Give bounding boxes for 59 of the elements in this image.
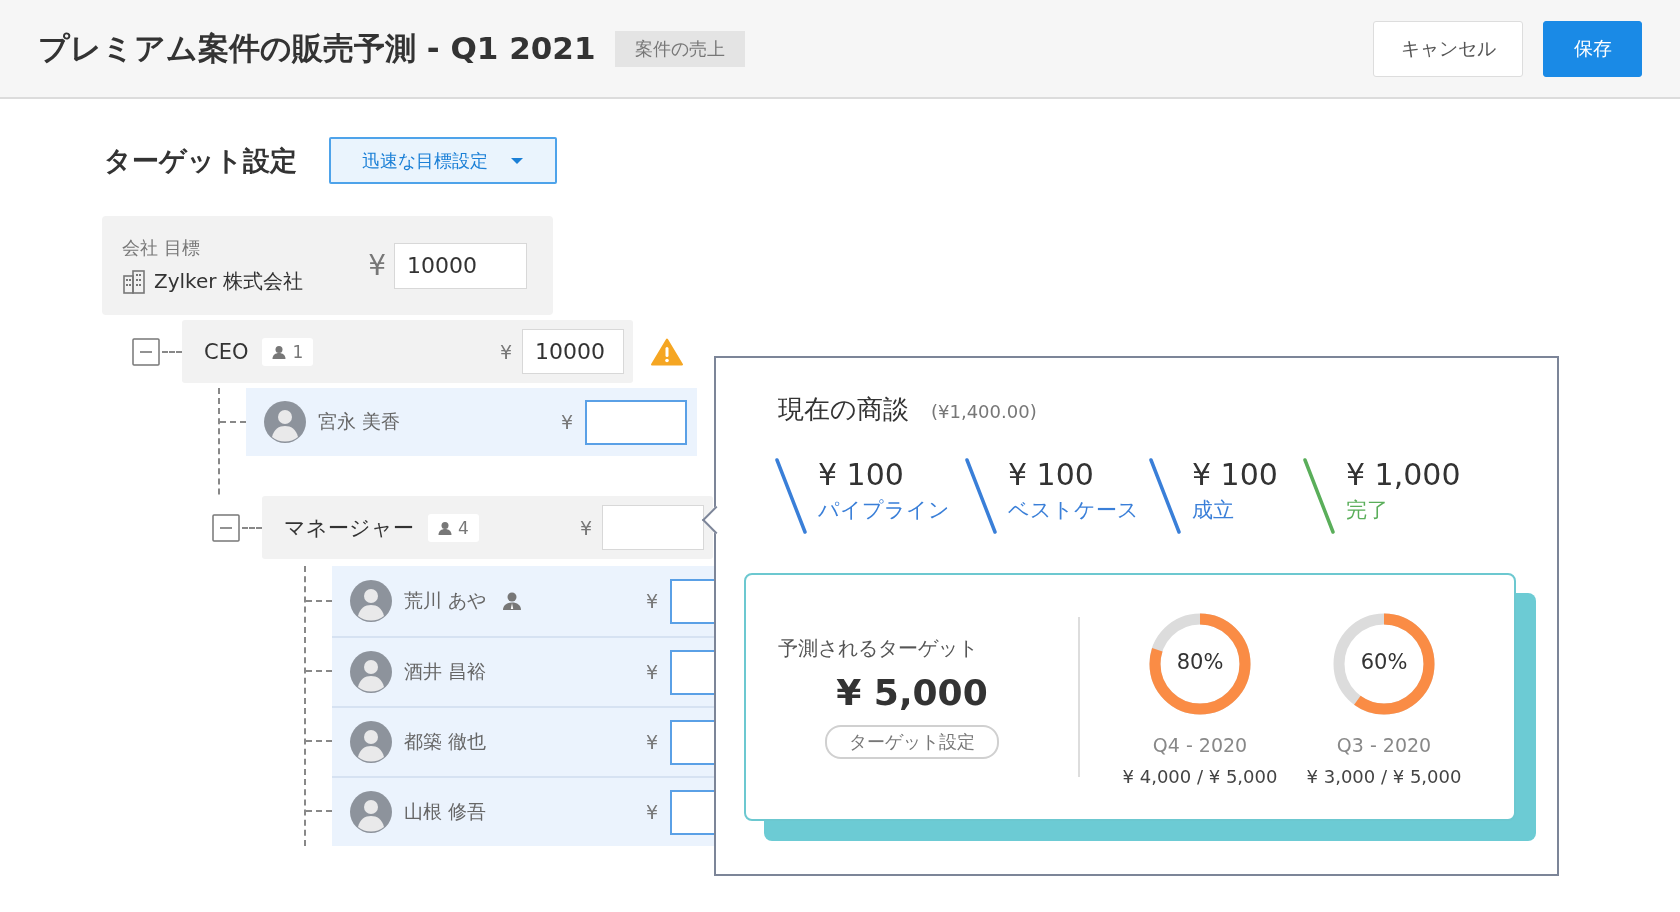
forecast-label: 予測されるターゲット bbox=[778, 635, 978, 662]
stat-amount: ¥ 100 bbox=[1192, 457, 1278, 492]
stat-label: パイプライン bbox=[818, 497, 950, 524]
person-icon bbox=[272, 344, 287, 359]
member-count: 1 bbox=[292, 341, 304, 362]
avatar-icon bbox=[350, 580, 392, 622]
caret-icon bbox=[510, 156, 524, 165]
target-input[interactable]: 10000 bbox=[522, 329, 624, 374]
avatar-icon bbox=[350, 791, 392, 833]
collapse-icon[interactable] bbox=[132, 337, 160, 366]
stat-amount: ¥ 1,000 bbox=[1346, 457, 1461, 492]
currency-symbol: ¥ bbox=[499, 340, 512, 363]
section-title: ターゲット設定 bbox=[104, 143, 297, 178]
role-name: マネージャー bbox=[284, 514, 414, 542]
stat-label: 成立 bbox=[1192, 497, 1235, 524]
ring-percent: 60% bbox=[1359, 649, 1409, 674]
user-name: 宮永 美香 bbox=[318, 409, 401, 434]
currency-symbol: ¥ bbox=[579, 516, 592, 539]
company-label: 会社 目標 bbox=[122, 236, 201, 260]
stat-amount: ¥ 100 bbox=[1008, 457, 1095, 492]
cancel-button[interactable]: キャンセル bbox=[1373, 20, 1523, 77]
target-input[interactable]: 10000 bbox=[394, 242, 527, 289]
set-target-button[interactable]: ターゲット設定 bbox=[825, 725, 999, 759]
page-title: プレミアム案件の販売予測 - Q1 2021 bbox=[38, 28, 596, 68]
currency-symbol: ¥ bbox=[645, 801, 658, 823]
currency-symbol: ¥ bbox=[645, 731, 658, 753]
member-count: 4 bbox=[458, 517, 469, 538]
currency-symbol: ¥ bbox=[645, 661, 658, 683]
ring-percent: 80% bbox=[1175, 649, 1225, 674]
ring-period: Q3 - 2020 bbox=[1336, 733, 1432, 756]
company-name: Zylker 株式会社 bbox=[154, 268, 303, 295]
user-name: 酒井 昌裕 bbox=[404, 659, 487, 684]
save-button[interactable]: 保存 bbox=[1543, 20, 1642, 77]
stat-label: ベストケース bbox=[1008, 497, 1139, 524]
user-row[interactable]: 宮永 美香 ¥ bbox=[246, 388, 697, 456]
stat-amount: ¥ 100 bbox=[818, 457, 905, 492]
ring-period: Q4 - 2020 bbox=[1152, 733, 1248, 756]
avatar-icon bbox=[264, 401, 306, 443]
forecast-amount: ¥ 5,000 bbox=[836, 672, 988, 713]
currency-symbol: ¥ bbox=[645, 590, 658, 612]
person-icon bbox=[438, 520, 452, 535]
user-name: 山根 修吾 bbox=[404, 799, 487, 824]
role-name: CEO bbox=[204, 339, 249, 364]
target-input[interactable] bbox=[585, 399, 687, 445]
building-icon bbox=[122, 269, 146, 294]
quick-set-dropdown[interactable]: 迅速な目標設定 bbox=[329, 137, 557, 184]
avatar-icon bbox=[350, 721, 392, 763]
category-tag: 案件の売上 bbox=[615, 30, 746, 67]
currency-symbol: ¥ bbox=[368, 249, 386, 282]
stat-label: 完了 bbox=[1346, 497, 1389, 524]
popover-title: 現在の商談 bbox=[778, 393, 909, 426]
collapse-icon[interactable] bbox=[212, 513, 240, 542]
user-name: 荒川 あや bbox=[404, 588, 487, 613]
avatar-icon bbox=[350, 651, 392, 693]
deal-total: (¥1,400.00) bbox=[931, 401, 1037, 422]
ring-amounts: ¥ 4,000 / ¥ 5,000 bbox=[1122, 765, 1278, 787]
ring-amounts: ¥ 3,000 / ¥ 5,000 bbox=[1306, 765, 1462, 787]
currency-symbol: ¥ bbox=[560, 411, 573, 433]
user-name: 都築 徹也 bbox=[404, 729, 487, 754]
